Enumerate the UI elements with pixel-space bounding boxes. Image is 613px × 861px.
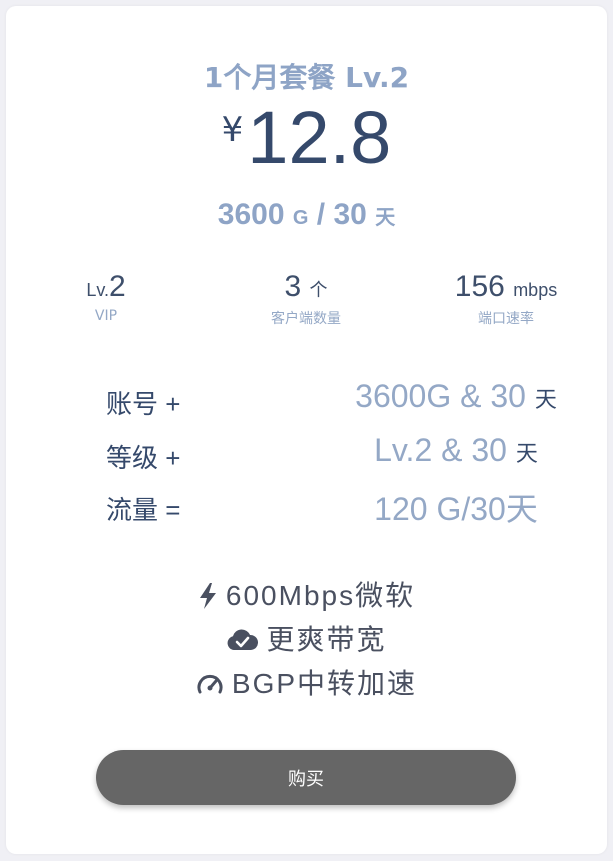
speedometer-icon (197, 674, 223, 694)
stat-unit: 个 (309, 280, 328, 300)
quota-day-unit: 天 (375, 207, 396, 229)
calc-label: 账号 + (106, 389, 181, 419)
quota-value: 3600 (217, 198, 285, 231)
currency-symbol: ¥ (221, 110, 244, 150)
plan-card: 1个月套餐 Lv.2 ¥12.8 3600 G / 30 天 Lv.2 VIP … (6, 6, 607, 854)
feature-bandwidth: 更爽带宽 (6, 618, 607, 658)
feature-microsoft: 600Mbps微软 (6, 574, 607, 614)
calc-row-level: 等级 + Lv.2 & 30 天 (6, 432, 607, 478)
quota-days: 30 (333, 198, 367, 231)
buy-button[interactable]: 购买 (96, 750, 516, 805)
cloud-check-icon (228, 629, 259, 650)
calc-label: 等级 + (106, 443, 181, 473)
plan-title: 1个月套餐 Lv.2 (203, 61, 410, 94)
stat-value: 156 (454, 270, 505, 303)
stat-value: 3 (284, 270, 302, 303)
stat-label: 端口速率 (478, 311, 534, 327)
calc-unit: 天 (534, 387, 557, 412)
stat-value: 2 (109, 270, 126, 303)
lightning-icon (199, 582, 216, 609)
calc-row-account: 账号 + 3600G & 30 天 (6, 378, 607, 424)
calc-row-traffic: 流量 = 120 G/30天 (6, 490, 607, 530)
price: ¥12.8 (6, 101, 607, 175)
feature-text: 更爽带宽 (266, 624, 387, 655)
quota-unit: G (292, 207, 309, 229)
calc-value: 3600G & 30 (355, 378, 526, 414)
calc-unit: 天 (515, 441, 538, 466)
stat-port-speed: 156 mbps 端口速率 (416, 272, 596, 328)
feature-text: 600Mbps微软 (225, 580, 416, 611)
stat-unit: mbps (513, 280, 558, 300)
feature-bgp: BGP中转加速 (6, 662, 607, 702)
stat-vip: Lv.2 VIP (16, 270, 196, 325)
price-amount: 12.8 (247, 96, 392, 179)
stat-clients: 3 个 客户端数量 (216, 272, 396, 328)
calc-value: Lv.2 & 30 (374, 432, 507, 468)
feature-text: BGP中转加速 (231, 668, 418, 699)
calc-value: 120 G/30天 (374, 491, 538, 527)
quota-separator: / (316, 198, 326, 231)
stat-label: VIP (94, 308, 118, 324)
stat-label: 客户端数量 (271, 311, 341, 327)
quota: 3600 G / 30 天 (6, 198, 607, 232)
stat-prefix: Lv. (86, 280, 109, 300)
calc-label: 流量 = (106, 495, 181, 525)
